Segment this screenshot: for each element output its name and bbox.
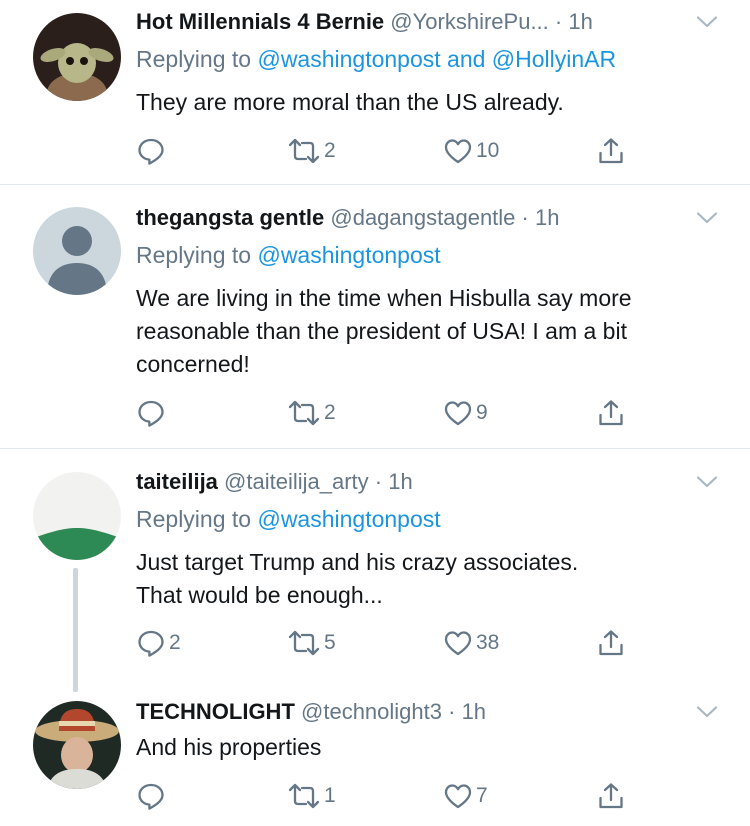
tweet-text-line: We are living in the time when Hisbulla … (136, 285, 632, 311)
tweet-text-line: Just target Trump and his crazy associat… (136, 549, 579, 575)
timestamp[interactable]: · 1h (522, 205, 560, 230)
replying-to-label: Replying to (136, 242, 252, 268)
like-button[interactable]: 9 (443, 395, 488, 431)
share-button[interactable] (596, 625, 626, 661)
sombrero-person-avatar[interactable] (33, 701, 121, 789)
reply-icon (136, 136, 166, 166)
reply-button[interactable] (136, 395, 169, 431)
replying-to-link[interactable]: @washingtonpost (257, 506, 440, 532)
like-button[interactable]: 38 (443, 625, 499, 661)
display-name[interactable]: thegangsta gentle (136, 205, 324, 230)
display-name[interactable]: taiteilija (136, 469, 218, 494)
tweet[interactable]: taiteilija @taiteilija_arty · 1h Replyin… (0, 449, 750, 689)
timestamp[interactable]: · 1h (375, 469, 413, 494)
like-count: 10 (476, 139, 500, 162)
like-icon (443, 398, 473, 428)
replying-to: Replying to @washingtonpost and @Hollyin… (136, 44, 616, 74)
reply-icon (136, 628, 166, 658)
timestamp[interactable]: · 1h (555, 9, 593, 34)
reply-button[interactable] (136, 778, 169, 814)
share-button[interactable] (596, 778, 626, 814)
tweet-text-line: That would be enough... (136, 582, 383, 608)
like-count: 9 (476, 401, 488, 424)
replying-to-label: Replying to (136, 506, 252, 532)
retweet-icon (287, 398, 321, 428)
retweet-count: 5 (324, 631, 336, 654)
tweet-text: They are more moral than the US already. (136, 86, 736, 119)
tweet[interactable]: TECHNOLIGHT @technolight3 · 1h And his p… (0, 689, 750, 826)
landscape-avatar[interactable] (33, 472, 121, 560)
reply-button[interactable] (136, 133, 169, 169)
tweet-header: taiteilija @taiteilija_arty · 1h (136, 466, 413, 498)
tweet-text-line: concerned! (136, 351, 250, 377)
retweet-button[interactable]: 5 (287, 625, 336, 661)
tweet-text: And his properties (136, 731, 736, 764)
reply-icon (136, 398, 166, 428)
tweet-feed: Hot Millennials 4 Bernie @YorkshirePu...… (0, 0, 750, 826)
retweet-icon (287, 781, 321, 811)
replying-to: Replying to @washingtonpost (136, 240, 441, 270)
retweet-button[interactable]: 2 (287, 395, 336, 431)
chevron-down-icon[interactable] (696, 211, 718, 225)
replying-to-label: Replying to (136, 46, 252, 72)
share-button[interactable] (596, 133, 626, 169)
share-icon (596, 781, 626, 811)
retweet-count: 1 (324, 784, 336, 807)
chevron-down-icon[interactable] (696, 705, 718, 719)
tweet-text-line: And his properties (136, 734, 322, 760)
tweet-header: Hot Millennials 4 Bernie @YorkshirePu...… (136, 6, 593, 38)
user-handle[interactable]: @YorkshirePu... (390, 9, 548, 34)
replying-to-link[interactable]: @washingtonpost (257, 242, 440, 268)
replying-to-link[interactable]: @washingtonpost and @HollyinAR (257, 46, 616, 72)
user-handle[interactable]: @dagangstagentle (330, 205, 515, 230)
timestamp[interactable]: · 1h (448, 699, 486, 724)
share-icon (596, 136, 626, 166)
like-count: 7 (476, 784, 488, 807)
share-icon (596, 628, 626, 658)
retweet-count: 2 (324, 401, 336, 424)
like-button[interactable]: 10 (443, 133, 499, 169)
retweet-count: 2 (324, 139, 336, 162)
display-name[interactable]: TECHNOLIGHT (136, 699, 295, 724)
like-button[interactable]: 7 (443, 778, 488, 814)
tweet-text: We are living in the time when Hisbulla … (136, 282, 736, 381)
tweet[interactable]: thegangsta gentle @dagangstagentle · 1h … (0, 185, 750, 447)
reply-count: 2 (169, 631, 181, 654)
user-handle[interactable]: @technolight3 (301, 699, 442, 724)
user-handle[interactable]: @taiteilija_arty (224, 469, 369, 494)
chevron-down-icon[interactable] (696, 15, 718, 29)
tweet-header: TECHNOLIGHT @technolight3 · 1h (136, 696, 486, 728)
default-profile-avatar[interactable] (33, 207, 121, 295)
tweet-text-line: reasonable than the president of USA! I … (136, 318, 627, 344)
retweet-button[interactable]: 1 (287, 778, 336, 814)
baby-yoda-avatar[interactable] (33, 13, 121, 101)
retweet-icon (287, 628, 321, 658)
like-icon (443, 628, 473, 658)
share-icon (596, 398, 626, 428)
like-count: 38 (476, 631, 500, 654)
chevron-down-icon[interactable] (696, 475, 718, 489)
reply-button[interactable]: 2 (136, 625, 181, 661)
tweet-text-line: They are more moral than the US already. (136, 89, 564, 115)
replying-to: Replying to @washingtonpost (136, 504, 441, 534)
retweet-button[interactable]: 2 (287, 133, 336, 169)
reply-icon (136, 781, 166, 811)
tweet[interactable]: Hot Millennials 4 Bernie @YorkshirePu...… (0, 0, 750, 184)
share-button[interactable] (596, 395, 626, 431)
like-icon (443, 781, 473, 811)
retweet-icon (287, 136, 321, 166)
display-name[interactable]: Hot Millennials 4 Bernie (136, 9, 384, 34)
tweet-text: Just target Trump and his crazy associat… (136, 546, 736, 612)
like-icon (443, 136, 473, 166)
tweet-header: thegangsta gentle @dagangstagentle · 1h (136, 202, 559, 234)
